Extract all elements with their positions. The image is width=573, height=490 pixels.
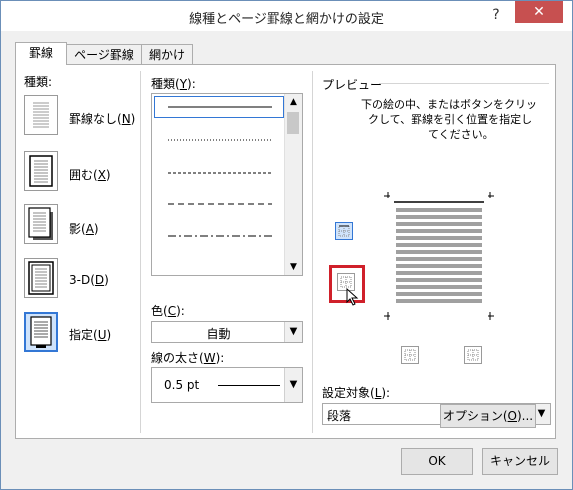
- apply-to-value: 段落: [327, 409, 352, 423]
- ok-button[interactable]: OK: [401, 448, 473, 475]
- line-style-list[interactable]: ▲ ▼: [151, 93, 303, 276]
- preview-label: プレビュー: [322, 78, 383, 92]
- line-style-scrollbar[interactable]: ▲ ▼: [284, 94, 302, 275]
- right-border-button[interactable]: [464, 346, 482, 364]
- dialog-window: 線種とページ罫線と網かけの設定 ? ✕ 罫線 ページ罫線 網かけ 種類: 罫線な…: [0, 0, 573, 490]
- chevron-down-icon[interactable]: ▼: [284, 368, 302, 402]
- preset-none-label[interactable]: 罫線なし(N): [69, 110, 135, 127]
- scroll-up-icon[interactable]: ▲: [285, 94, 302, 110]
- width-dropdown[interactable]: 0.5 pt ▼: [151, 367, 303, 403]
- dialog-body: 罫線 ページ罫線 網かけ 種類: 罫線なし(N) 囲む(X) 影(A) 3-D(…: [1, 31, 572, 489]
- preset-shadow-icon[interactable]: [24, 204, 58, 244]
- color-label: 色(C):: [151, 304, 185, 318]
- width-value: 0.5 pt: [164, 378, 200, 392]
- options-button[interactable]: オプション(O)...: [440, 404, 536, 428]
- scroll-thumb[interactable]: [287, 112, 299, 134]
- preset-box-icon[interactable]: [24, 151, 58, 191]
- preset-none-icon[interactable]: [24, 95, 58, 135]
- preview-instruction-2: クして、罫線を引く位置を指定し: [368, 113, 533, 126]
- tab-borders[interactable]: 罫線: [15, 42, 67, 65]
- preset-3d-icon[interactable]: [24, 258, 58, 298]
- close-button[interactable]: ✕: [515, 1, 563, 23]
- divider-left: [140, 71, 141, 433]
- preset-custom-label[interactable]: 指定(U): [69, 326, 111, 343]
- tab-panel: 種類: 罫線なし(N) 囲む(X) 影(A) 3-D(D) 指定(U) 種類(Y…: [15, 64, 556, 439]
- color-dropdown[interactable]: 自動 ▼: [151, 321, 303, 343]
- apply-to-label: 設定対象(L):: [322, 386, 391, 400]
- style-label: 種類(Y):: [151, 77, 196, 91]
- title-bar: 線種とページ罫線と網かけの設定 ? ✕: [1, 1, 572, 31]
- setting-label: 種類:: [24, 75, 53, 89]
- dialog-title: 線種とページ罫線と網かけの設定: [189, 12, 384, 27]
- tab-page-border[interactable]: ページ罫線: [66, 44, 142, 64]
- scroll-down-icon[interactable]: ▼: [285, 259, 302, 275]
- preset-3d-label[interactable]: 3-D(D): [69, 273, 109, 287]
- preset-box-label[interactable]: 囲む(X): [69, 166, 111, 183]
- top-border-button[interactable]: [335, 222, 353, 240]
- color-value: 自動: [206, 327, 231, 341]
- width-sample-line: [218, 385, 280, 386]
- divider-right: [312, 71, 313, 433]
- help-button[interactable]: ?: [488, 2, 504, 28]
- mouse-pointer-icon: [346, 287, 360, 309]
- width-label: 線の太さ(W):: [151, 351, 225, 365]
- left-border-button[interactable]: [401, 346, 419, 364]
- preview-instruction-3: てください。: [428, 128, 494, 141]
- preview-rule: [379, 83, 549, 84]
- chevron-down-icon[interactable]: ▼: [284, 322, 302, 342]
- preview-page[interactable]: [384, 192, 494, 320]
- preset-custom-icon[interactable]: [24, 312, 58, 352]
- preset-shadow-label[interactable]: 影(A): [69, 220, 99, 237]
- preview-instruction-1: 下の絵の中、またはボタンをクリッ: [361, 98, 537, 111]
- cancel-button[interactable]: キャンセル: [482, 448, 558, 475]
- tab-shading[interactable]: 網かけ: [141, 44, 193, 64]
